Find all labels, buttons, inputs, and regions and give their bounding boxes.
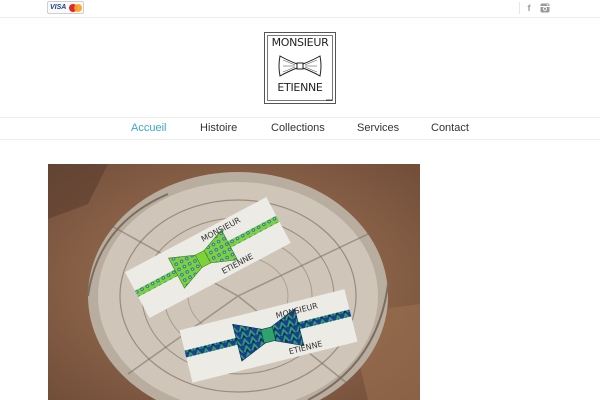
top-bar: VISA f	[0, 0, 600, 18]
visa-logo: VISA	[50, 4, 67, 11]
logo-mark: ▪▪▪	[325, 98, 332, 102]
nav-item-contact[interactable]: Contact	[431, 122, 469, 134]
nav-item-histoire[interactable]: Histoire	[200, 122, 237, 134]
social-divider	[519, 2, 520, 14]
nav-item-collections[interactable]: Collections	[271, 122, 325, 134]
main-nav: Accueil Histoire Collections Services Co…	[0, 117, 600, 140]
site-logo[interactable]: MONSIEUR ETIENNE ▪▪▪	[264, 32, 336, 104]
nav-item-accueil[interactable]: Accueil	[131, 122, 166, 134]
bow-tie-icon	[278, 55, 322, 77]
logo-bottom-word: ETIENNE	[277, 81, 323, 94]
facebook-icon[interactable]: f	[523, 0, 535, 15]
mastercard-icon	[69, 3, 83, 12]
payment-methods: VISA	[47, 1, 84, 14]
instagram-icon[interactable]	[538, 0, 551, 15]
nav-item-services[interactable]: Services	[357, 122, 399, 134]
logo-top-word: MONSIEUR	[271, 36, 329, 49]
site-header: MONSIEUR ETIENNE ▪▪▪	[0, 18, 600, 118]
bow-ties-photo: MONSIEUR ETIENNE MONSIEUR ETIENNE	[48, 164, 420, 400]
hero-photo: MONSIEUR ETIENNE MONSIEUR ETIENNE	[48, 164, 420, 400]
